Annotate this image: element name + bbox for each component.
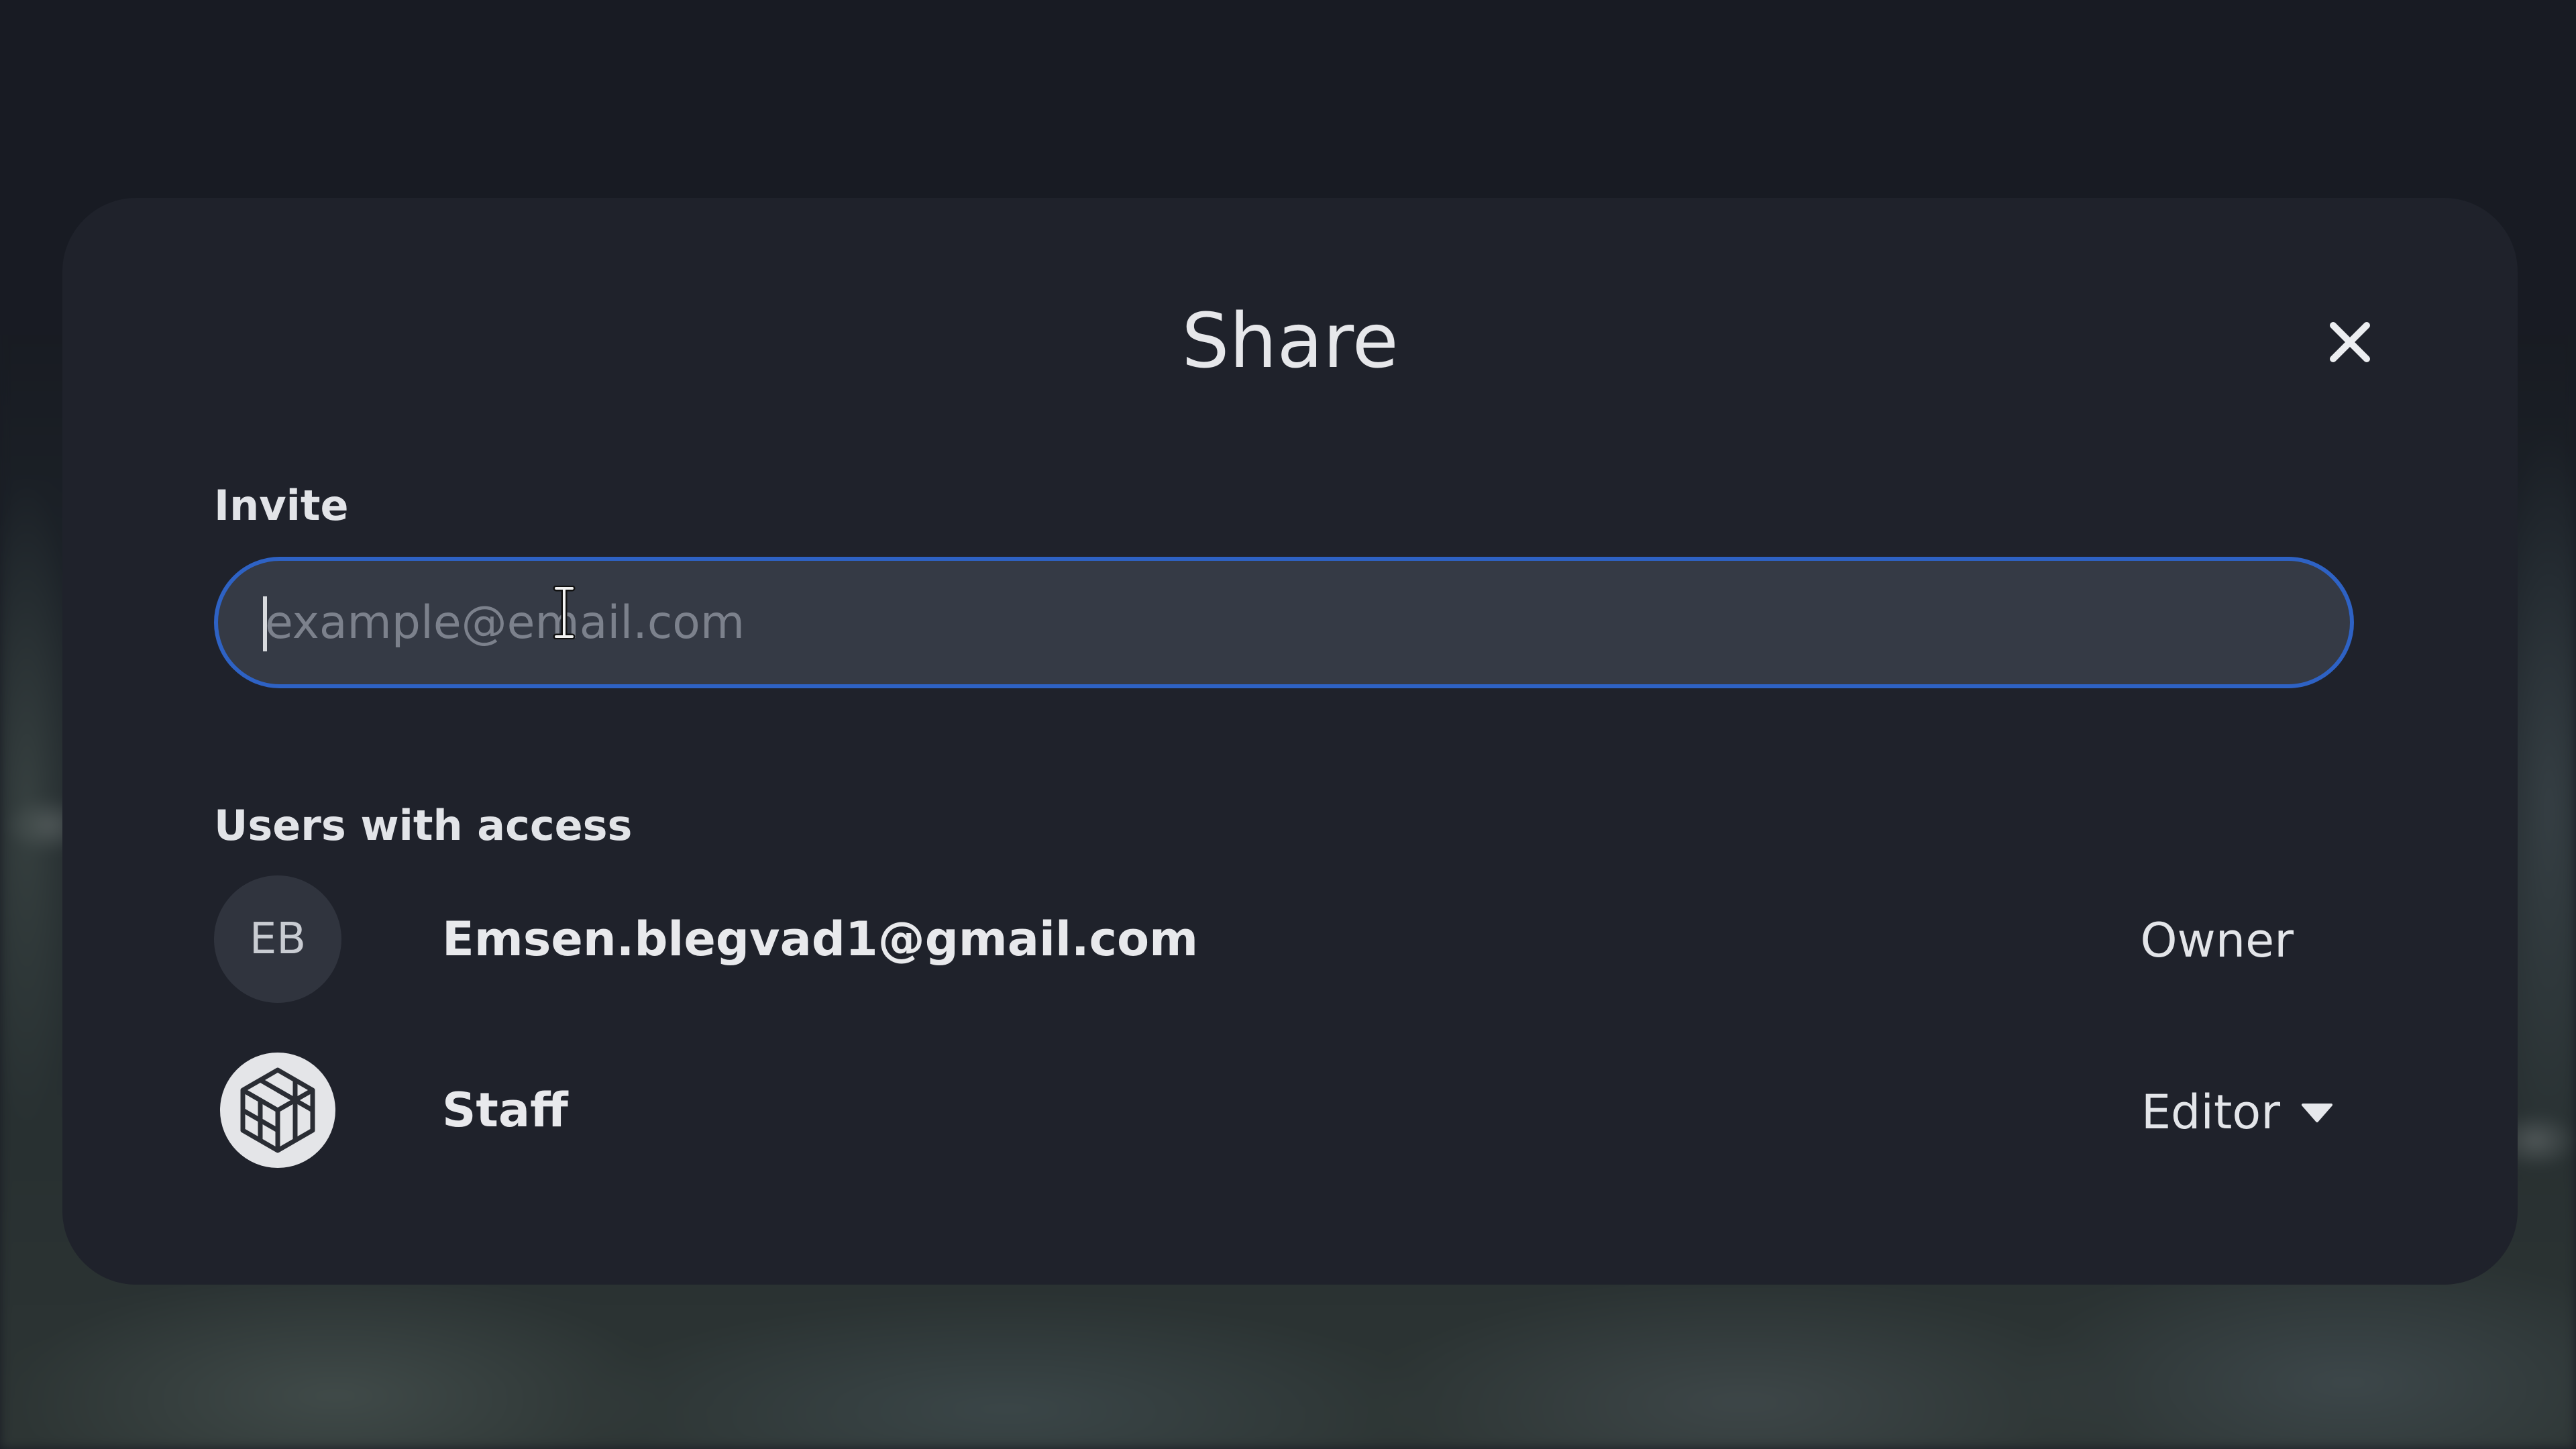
user-email: Emsen.blegvad1@gmail.com <box>442 912 1199 967</box>
user-name-staff: Staff <box>442 1083 568 1138</box>
invite-email-field[interactable] <box>214 557 2354 688</box>
role-dropdown-editor[interactable]: Editor <box>2141 1079 2334 1146</box>
dialog-title: Share <box>1181 298 1399 385</box>
text-cursor-icon <box>553 586 576 639</box>
invite-label: Invite <box>214 481 349 530</box>
cube-logo-icon <box>220 1053 335 1168</box>
avatar-initials: EB <box>249 914 307 964</box>
caret-down-icon <box>2302 1104 2332 1122</box>
share-dialog: Share Invite Users with access EB Emsen.… <box>62 198 2518 1285</box>
user-row-staff: Staff Editor <box>214 1046 2361 1174</box>
role-dropdown-value: Editor <box>2141 1085 2280 1140</box>
close-button[interactable] <box>2320 312 2380 372</box>
avatar: EB <box>214 875 341 1003</box>
user-row-owner: EB Emsen.blegvad1@gmail.com Owner <box>214 875 2361 1003</box>
text-caret <box>263 596 267 651</box>
close-icon <box>2330 322 2370 362</box>
users-with-access-label: Users with access <box>214 801 633 850</box>
role-label-owner: Owner <box>2140 913 2294 968</box>
